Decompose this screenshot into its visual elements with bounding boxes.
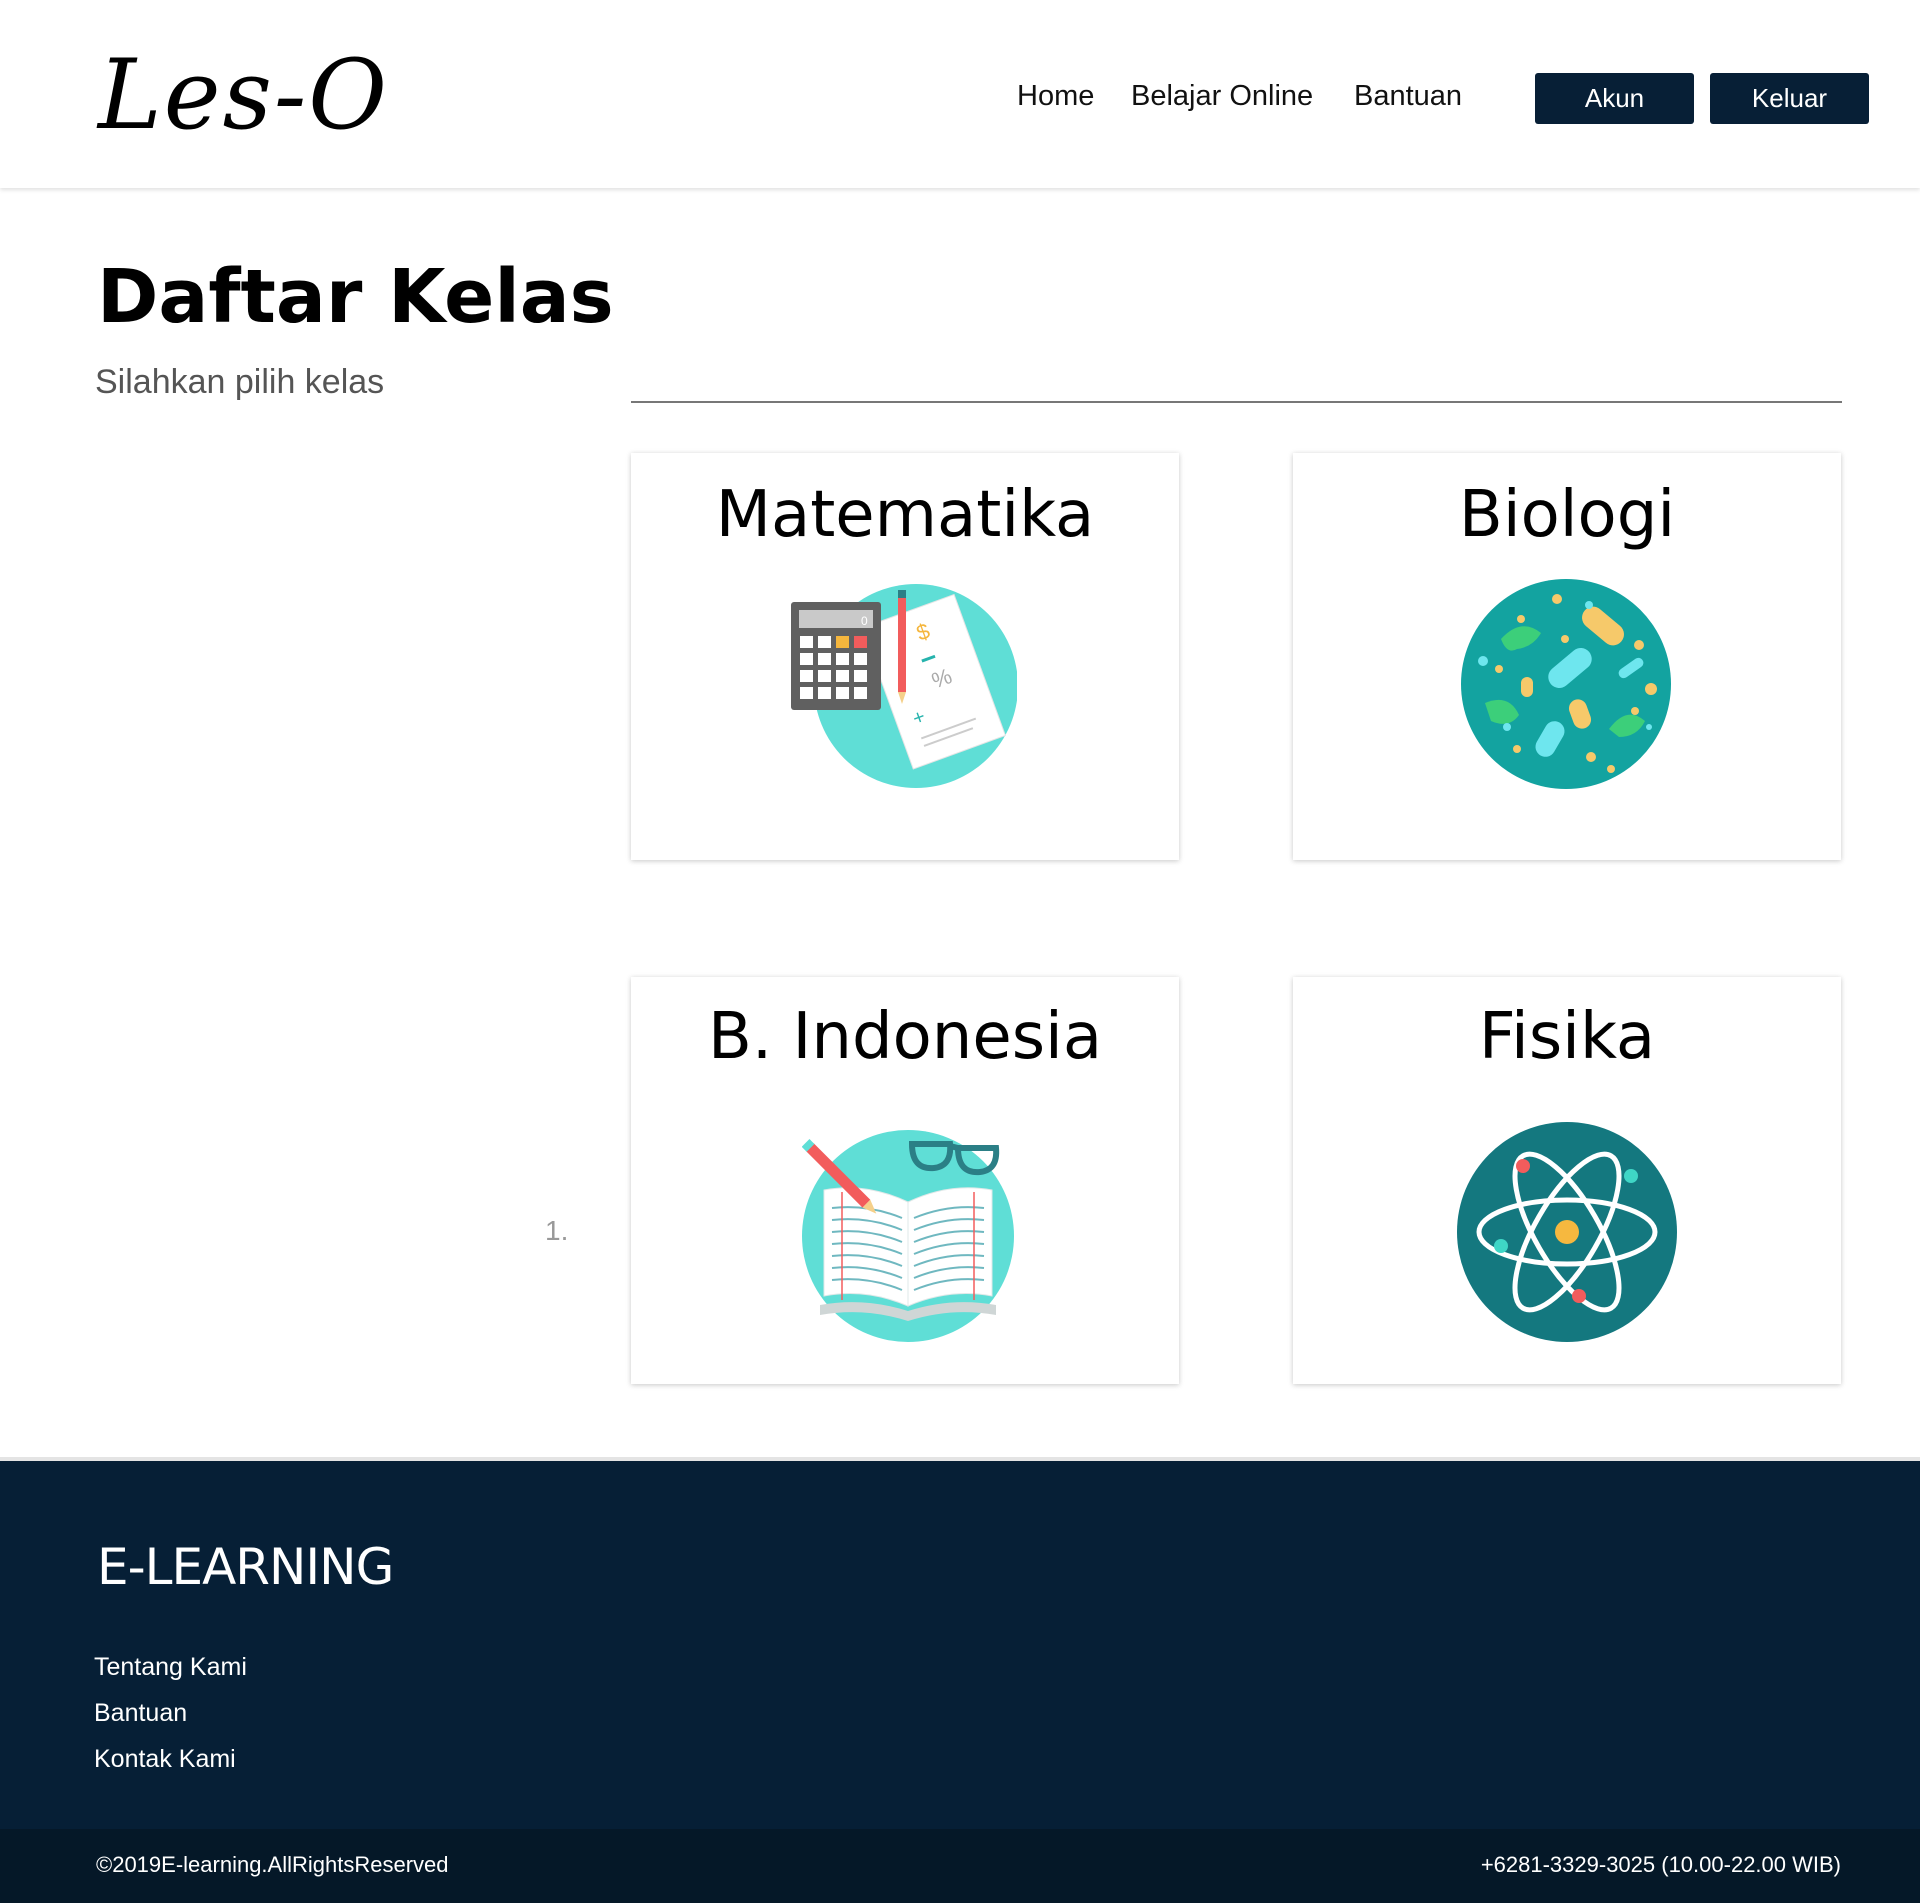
class-card-title: Fisika <box>1478 1000 1656 1074</box>
footer-link-tentang-kami[interactable]: Tentang Kami <box>94 1651 247 1683</box>
svg-text:0: 0 <box>861 614 868 628</box>
copyright-text: ©2019E-learning.AllRightsReserved <box>96 1852 449 1877</box>
nav-home-link[interactable]: Home <box>1017 76 1094 116</box>
class-card-title: Matematika <box>715 478 1095 552</box>
section-divider <box>631 401 1842 403</box>
footer-title: E-LEARNING <box>97 1538 394 1596</box>
class-card-b-indonesia[interactable]: B. Indonesia <box>631 977 1179 1384</box>
class-card-biologi[interactable]: Biologi <box>1293 453 1841 860</box>
class-card-fisika[interactable]: Fisika <box>1293 977 1841 1384</box>
open-book-icon <box>802 1130 1014 1342</box>
list-marker: 1. <box>545 1215 569 1246</box>
contact-phone: +6281-3329-3025 (10.00-22.00 WIB) <box>1480 1852 1841 1877</box>
class-card-matematika[interactable]: Matematika $ % + 0 <box>631 453 1179 860</box>
footer-bottom-bar: ©2019E-learning.AllRightsReserved +6281-… <box>0 1829 1920 1903</box>
site-logo[interactable]: Les-O <box>98 40 389 150</box>
page-subtitle: Silahkan pilih kelas <box>95 363 385 401</box>
nav-bantuan-link[interactable]: Bantuan <box>1354 76 1462 116</box>
class-card-title: B. Indonesia <box>707 1000 1103 1074</box>
akun-button[interactable]: Akun <box>1535 73 1694 124</box>
footer-link-bantuan[interactable]: Bantuan <box>94 1697 187 1729</box>
site-header: Les-O Home Belajar Online Bantuan Akun K… <box>0 0 1920 188</box>
bacteria-biology-icon <box>1461 579 1671 789</box>
atom-physics-icon <box>1457 1122 1677 1342</box>
site-footer: E-LEARNING Tentang Kami Bantuan Kontak K… <box>0 1457 1920 1829</box>
page-title: Daftar Kelas <box>97 254 614 340</box>
calculator-math-icon: $ % + 0 <box>791 584 1017 788</box>
nav-belajar-online-link[interactable]: Belajar Online <box>1131 76 1313 116</box>
keluar-button[interactable]: Keluar <box>1710 73 1869 124</box>
class-card-title: Biologi <box>1458 478 1676 552</box>
footer-link-kontak-kami[interactable]: Kontak Kami <box>94 1743 236 1775</box>
